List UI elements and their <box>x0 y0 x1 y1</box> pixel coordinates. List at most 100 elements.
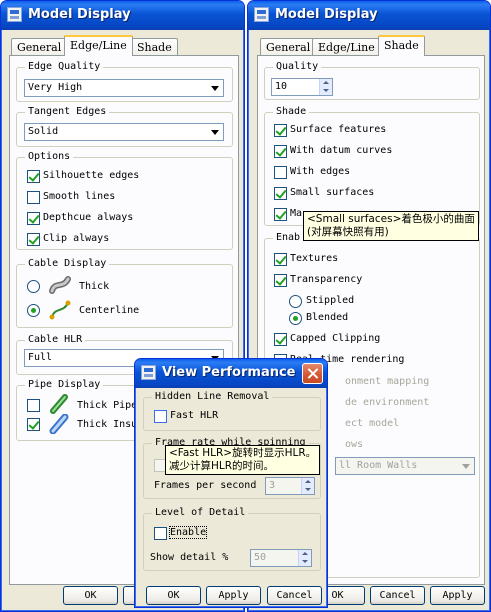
level-of-detail-label: Level of Detail <box>152 507 249 518</box>
tab-shade[interactable]: Shade <box>378 35 425 56</box>
room-walls-select[interactable]: ll Room Walls <box>335 457 475 475</box>
app-icon <box>7 7 22 22</box>
options-group: Options Silhouette edges Smooth lines De… <box>16 151 233 250</box>
depthcue-always-label: Depthcue always <box>43 212 134 223</box>
view-performance-dialog: View Performance Hidden Line Removal Fas… <box>134 358 328 608</box>
frames-per-second-value: 3 <box>269 480 276 491</box>
depthcue-always-checkbox[interactable] <box>27 212 40 225</box>
view-performance-title: View Performance <box>162 365 296 380</box>
capped-clipping-checkbox[interactable] <box>274 333 287 346</box>
smooth-lines-checkbox[interactable] <box>27 191 40 204</box>
with-edges-label: With edges <box>290 166 351 177</box>
fast-hlr-tooltip: <Fast HLR>旋转时显示HLR。 减少计算HLR的时间。 <box>165 445 321 475</box>
right-apply-button[interactable]: Apply <box>430 586 485 605</box>
quality-spinner[interactable]: 10 <box>271 78 333 96</box>
tab-edge-line[interactable]: Edge/Line <box>64 35 133 56</box>
room-walls-value: ll Room Walls <box>339 460 418 471</box>
vp-ok-button[interactable]: OK <box>146 586 201 605</box>
edge-quality-value: Very High <box>28 82 83 93</box>
thick-pipe-icon <box>50 394 68 414</box>
spin-arrows-icon[interactable] <box>298 550 311 566</box>
tooltip-line-2: (对屏幕快照有用) <box>307 226 389 238</box>
thick-pipes-checkbox[interactable] <box>27 399 40 412</box>
silhouette-edges-label: Silhouette edges <box>43 170 140 181</box>
with-datum-curves-checkbox[interactable] <box>274 145 287 158</box>
centerline-label: Centerline <box>79 305 140 316</box>
fast-hlr-checkbox[interactable] <box>154 410 167 423</box>
app-icon <box>141 365 156 380</box>
small-surfaces-checkbox[interactable] <box>274 187 287 200</box>
quality-label: Quality <box>273 61 322 72</box>
spin-arrows-icon[interactable] <box>301 478 314 494</box>
show-detail-spinner[interactable]: 50 <box>250 549 312 567</box>
left-ok-button[interactable]: OK <box>63 586 118 605</box>
clip-always-label: Clip always <box>43 233 110 244</box>
thick-label: Thick <box>79 281 110 292</box>
centerline-cable-icon <box>49 300 71 320</box>
shade-label: Shade <box>273 106 310 117</box>
environment-mapping-label: onment mapping <box>345 376 430 387</box>
silhouette-edges-checkbox[interactable] <box>27 170 40 183</box>
right-title: Model Display <box>275 7 378 22</box>
stippled-label: Stippled <box>306 295 355 306</box>
surface-features-label: Surface features <box>290 124 387 135</box>
transparency-checkbox[interactable] <box>274 274 287 287</box>
quality-group: Quality 10 <box>264 61 480 100</box>
blended-radio[interactable] <box>289 312 302 325</box>
reflect-model-label: ect model <box>345 418 400 429</box>
vp-cancel-button[interactable]: Cancel <box>267 586 322 605</box>
centerline-radio[interactable] <box>27 304 40 317</box>
small-surfaces-tooltip: <Small surfaces>着色极小的曲面 (对屏幕快照有用) <box>303 211 479 241</box>
thick-radio[interactable] <box>27 280 40 293</box>
textures-checkbox[interactable] <box>274 253 287 266</box>
left-title: Model Display <box>28 7 131 22</box>
close-icon[interactable] <box>302 363 323 384</box>
transparency-label: Transparency <box>290 274 363 285</box>
hidden-line-removal-group: Hidden Line Removal Fast HLR <box>143 391 321 431</box>
material-label: Ma <box>290 208 303 219</box>
edge-quality-label: Edge Quality <box>25 61 104 72</box>
chevron-down-icon <box>211 86 219 91</box>
cable-hlr-value: Full <box>28 352 53 363</box>
left-title-bar[interactable]: Model Display <box>1 1 244 30</box>
thick-cable-icon <box>49 276 71 294</box>
tooltip-line-1: <Fast HLR>旋转时显示HLR。 <box>169 447 317 459</box>
tangent-edges-label: Tangent Edges <box>25 106 110 117</box>
show-detail-value: 50 <box>254 552 267 563</box>
small-surfaces-label: Small surfaces <box>290 187 375 198</box>
tangent-edges-select[interactable]: Solid <box>24 123 224 141</box>
frames-per-second-spinner[interactable]: 3 <box>265 477 315 495</box>
stippled-radio[interactable] <box>289 295 302 308</box>
view-performance-title-bar[interactable]: View Performance <box>135 359 327 388</box>
thick-pipes-label: Thick Pipe <box>77 400 138 411</box>
vp-apply-button[interactable]: Apply <box>206 586 261 605</box>
right-cancel-button[interactable]: Cancel <box>370 586 425 605</box>
with-edges-checkbox[interactable] <box>274 166 287 179</box>
cable-display-group: Cable Display Thick Centerline <box>16 258 233 328</box>
lod-enable-label: Enable <box>168 526 208 539</box>
thick-insulation-label: Thick Insu <box>77 419 138 430</box>
material-checkbox[interactable] <box>274 208 287 221</box>
clip-always-checkbox[interactable] <box>27 233 40 246</box>
blended-label: Blended <box>306 312 349 323</box>
thick-insulation-checkbox[interactable] <box>27 418 40 431</box>
tooltip-line-1: <Small surfaces>着色极小的曲面 <box>307 213 475 225</box>
app-icon <box>254 7 269 22</box>
with-datum-curves-label: With datum curves <box>290 145 393 156</box>
edge-quality-select[interactable]: Very High <box>24 79 224 97</box>
shadows-label: ows <box>345 439 364 450</box>
chevron-down-icon <box>211 130 219 135</box>
spin-arrows-icon[interactable] <box>319 79 332 95</box>
shade-environment-label: de environment <box>345 397 430 408</box>
lod-enable-checkbox[interactable] <box>154 527 167 540</box>
smooth-lines-label: Smooth lines <box>43 191 116 202</box>
quality-value: 10 <box>275 81 288 92</box>
cable-display-label: Cable Display <box>25 258 110 269</box>
surface-features-checkbox[interactable] <box>274 124 287 137</box>
cable-hlr-label: Cable HLR <box>25 334 86 345</box>
chevron-down-icon <box>462 464 470 469</box>
tangent-edges-group: Tangent Edges Solid <box>16 106 233 147</box>
right-title-bar[interactable]: Model Display <box>248 1 490 30</box>
edge-quality-group: Edge Quality Very High <box>16 61 233 102</box>
pipe-display-label: Pipe Display <box>25 379 104 390</box>
